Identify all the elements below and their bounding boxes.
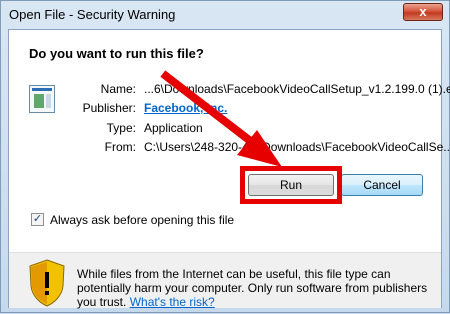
close-button[interactable]: x [403, 3, 443, 21]
application-file-icon [29, 85, 55, 113]
type-value: Application [144, 121, 203, 135]
dialog-heading: Do you want to run this file? [29, 46, 204, 61]
whats-the-risk-link[interactable]: What's the risk? [130, 295, 215, 309]
publisher-link[interactable]: Facebook, Inc. [144, 101, 227, 115]
run-button-highlight-box [240, 166, 342, 204]
window-title: Open File - Security Warning [9, 7, 176, 22]
name-label: Name: [100, 82, 136, 96]
always-ask-label[interactable]: Always ask before opening this file [50, 213, 234, 227]
publisher-label: Publisher: [82, 101, 136, 115]
dialog-window: Open File - Security Warning x Do you wa… [0, 0, 450, 313]
from-label: From: [104, 140, 136, 154]
security-shield-icon [29, 259, 65, 307]
from-value: C:\Users\248-320-4...\Downloads\Facebook… [144, 140, 450, 154]
dialog-body: Do you want to run this file? Name: ...6… [8, 29, 450, 309]
warning-message: While files from the Internet can be use… [77, 267, 432, 309]
name-value: ...6\Downloads\FacebookVideoCallSetup_v1… [144, 82, 450, 96]
always-ask-checkbox[interactable]: ✓ [31, 213, 44, 226]
type-label: Type: [106, 121, 136, 135]
cancel-button[interactable]: Cancel [341, 174, 423, 196]
